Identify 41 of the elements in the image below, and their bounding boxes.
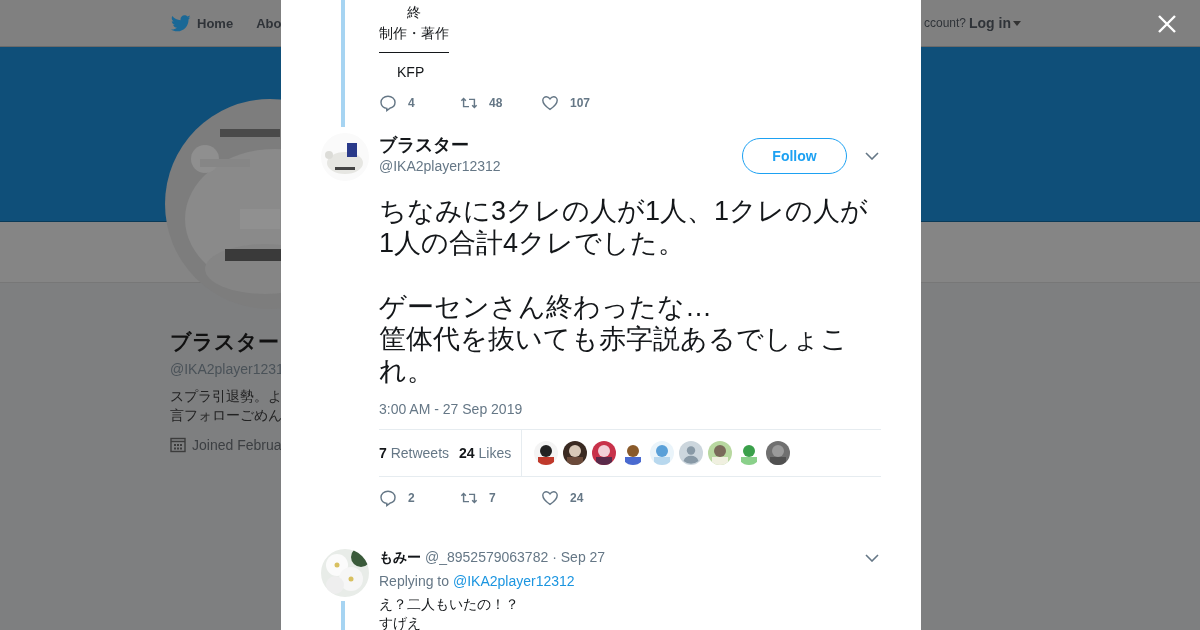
heart-icon[interactable] [541, 489, 559, 507]
joined-date: Joined Februa [192, 437, 282, 453]
like-count: 107 [570, 96, 591, 110]
author-name[interactable]: もみー [379, 549, 421, 567]
mention-link[interactable]: @IKA2player12312 [452, 573, 575, 589]
replying-label: Replying to [379, 573, 450, 589]
author-handle[interactable]: @_8952579063782 [425, 549, 549, 565]
tweet-date[interactable]: · Sep 27 [552, 549, 606, 565]
tweet-text: ちなみに3クレの人が1人、1クレの人が1人の合計4クレでした。 [379, 195, 870, 259]
account-prompt: ccount? [923, 16, 966, 30]
heart-icon[interactable] [541, 94, 559, 112]
reply-count: 2 [408, 491, 415, 505]
tweet-text: ゲーセンさん終わったな… [379, 291, 713, 323]
chevron-down-icon[interactable] [865, 554, 879, 562]
tweet-timestamp: 3:00 AM - 27 Sep 2019 [379, 401, 524, 417]
author-name[interactable]: ブラスター [379, 133, 501, 157]
chevron-down-icon[interactable] [865, 152, 879, 160]
tweet-text: 筐体代を抜いても赤字説あるでしょこれ。 [379, 323, 849, 387]
likes-stat[interactable]: 24 Likes [459, 445, 512, 461]
login-link[interactable]: Log in [969, 15, 1021, 31]
reply-text: え？二人もいたの！？ すげえ [379, 595, 520, 630]
credit-line: 制作・著作 [379, 24, 449, 43]
profile-name: ブラスター [170, 329, 279, 355]
like-count: 24 [570, 491, 584, 505]
nav-link[interactable]: Home [197, 15, 234, 31]
close-icon[interactable] [1158, 15, 1176, 33]
reply-icon[interactable] [379, 489, 397, 507]
calendar-icon [170, 437, 186, 453]
reply-icon[interactable] [379, 94, 397, 112]
follow-button[interactable]: Follow [742, 138, 847, 174]
retweet-count: 7 [489, 491, 496, 505]
caret-icon [1013, 20, 1021, 26]
nav-link[interactable]: Abo [256, 15, 282, 31]
credit-line: 終 [407, 3, 421, 22]
default-avatar-icon[interactable] [679, 441, 704, 465]
reply-count: 4 [408, 96, 415, 110]
author-handle[interactable]: @IKA2player12312 [379, 158, 501, 174]
retweet-count: 48 [489, 96, 503, 110]
profile-bio: スプラ引退勢。よ 言フォローごめん [170, 387, 282, 425]
credit-text: KFP [396, 63, 426, 80]
retweets-stat[interactable]: 7 Retweets [379, 445, 450, 461]
